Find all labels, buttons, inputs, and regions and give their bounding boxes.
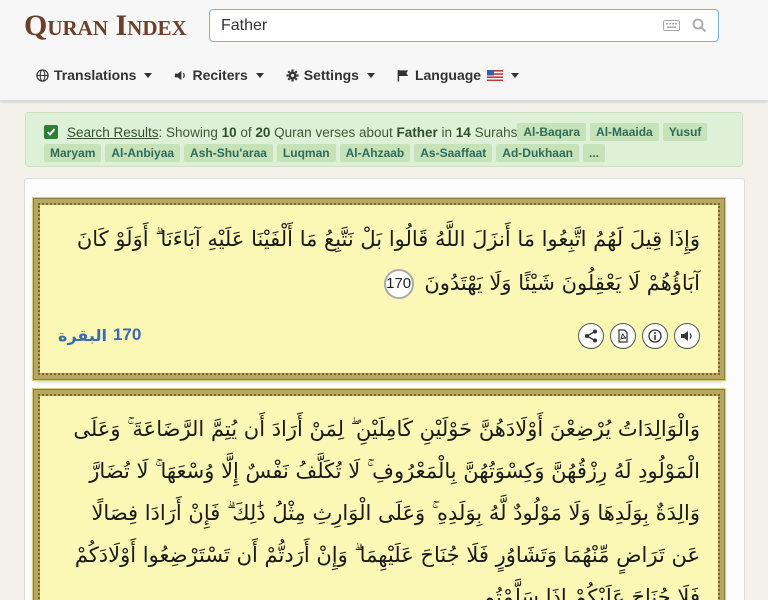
surah-name: البقرة <box>58 325 107 345</box>
us-flag-icon <box>487 69 504 81</box>
share-button[interactable] <box>578 323 604 349</box>
verse-text: وَإِذَا قِيلَ لَهُمُ اتَّبِعُوا مَا أَنز… <box>40 205 718 305</box>
site-logo[interactable]: Quran Index <box>24 8 187 44</box>
surah-tag[interactable]: Maryam <box>44 144 102 162</box>
surah-tag[interactable]: Al-Anbiyaa <box>105 144 181 162</box>
search-box[interactable] <box>209 9 719 42</box>
main-nav: Translations Reciters Settings Language <box>36 66 541 84</box>
search-input[interactable] <box>221 17 651 35</box>
share-icon <box>585 329 597 343</box>
surah-tag[interactable]: Al-Ahzaab <box>339 144 411 162</box>
play-audio-button[interactable] <box>674 323 700 349</box>
nav-reciters[interactable]: Reciters <box>174 67 264 83</box>
flag-icon <box>397 69 409 82</box>
surah-tag[interactable]: Yusuf <box>662 123 708 141</box>
nav-language[interactable]: Language <box>397 67 520 83</box>
surah-tag[interactable]: Ash-Shu'araa <box>184 144 273 162</box>
results-text-of: of <box>236 124 256 140</box>
surah-reference[interactable]: البقرة 170 <box>58 325 141 345</box>
results-text-in: in <box>437 124 456 140</box>
speaker-icon <box>681 331 692 341</box>
chevron-down-icon <box>255 72 264 78</box>
more-tags[interactable]: ... <box>582 144 605 162</box>
surah-tag[interactable]: As-Saaffaat <box>414 144 493 162</box>
nav-settings[interactable]: Settings <box>286 67 375 83</box>
results-line-1: Search Results : Showing 10 of 20 Quran … <box>44 123 711 141</box>
verse-arabic: وَالْوَالِدَاتُ يُرْضِعْنَ أَوْلَادَهُنَ… <box>73 417 700 600</box>
speaker-icon <box>175 70 186 80</box>
header: Quran Index Translations <box>0 0 768 101</box>
ayah-number: 170 <box>383 269 414 299</box>
pdf-button[interactable] <box>610 323 636 349</box>
verse-card: وَالْوَالِدَاتُ يُرْضِعْنَ أَوْلَادَهُنَ… <box>33 389 725 600</box>
results-text-about: Quran verses about <box>270 124 397 140</box>
surah-tag[interactable]: Al-Baqara <box>517 123 587 141</box>
surah-tag[interactable]: Al-Maaida <box>590 123 659 141</box>
nav-reciters-label: Reciters <box>192 67 248 83</box>
verse-text: وَالْوَالِدَاتُ يُرْضِعْنَ أَوْلَادَهُنَ… <box>40 396 718 600</box>
verse-actions <box>572 323 700 349</box>
search-results-summary: Search Results : Showing 10 of 20 Quran … <box>25 112 743 167</box>
results-count: 10 <box>221 124 237 140</box>
keyboard-icon[interactable] <box>663 20 680 31</box>
results-line-2: Maryam Al-Anbiyaa Ash-Shu'araa Luqman Al… <box>44 144 609 162</box>
nav-settings-label: Settings <box>303 67 359 83</box>
globe-icon <box>36 68 49 82</box>
pdf-icon <box>618 329 628 343</box>
results-term: Father <box>396 124 438 140</box>
search-icon[interactable] <box>692 18 707 33</box>
chevron-down-icon <box>511 72 520 78</box>
search-results-link[interactable]: Search Results <box>67 125 159 140</box>
surah-tag[interactable]: Ad-Dukhaan <box>496 144 579 162</box>
nav-translations-label: Translations <box>54 67 137 83</box>
results-text-surahs: Surahs <box>470 124 518 140</box>
chevron-down-icon <box>366 72 375 78</box>
verse-card: وَإِذَا قِيلَ لَهُمُ اتَّبِعُوا مَا أَنز… <box>33 198 725 380</box>
surah-verse-number: 170 <box>112 325 142 344</box>
results-surah-count: 14 <box>455 124 471 140</box>
nav-language-label: Language <box>414 67 482 83</box>
nav-translations[interactable]: Translations <box>36 67 153 83</box>
check-icon <box>44 125 58 139</box>
chevron-down-icon <box>144 72 153 78</box>
info-icon <box>648 329 662 343</box>
gear-icon <box>286 68 299 82</box>
results-total: 20 <box>255 124 271 140</box>
info-button[interactable] <box>642 323 668 349</box>
results-text-showing: : Showing <box>158 124 222 140</box>
surah-tag[interactable]: Luqman <box>276 144 336 162</box>
